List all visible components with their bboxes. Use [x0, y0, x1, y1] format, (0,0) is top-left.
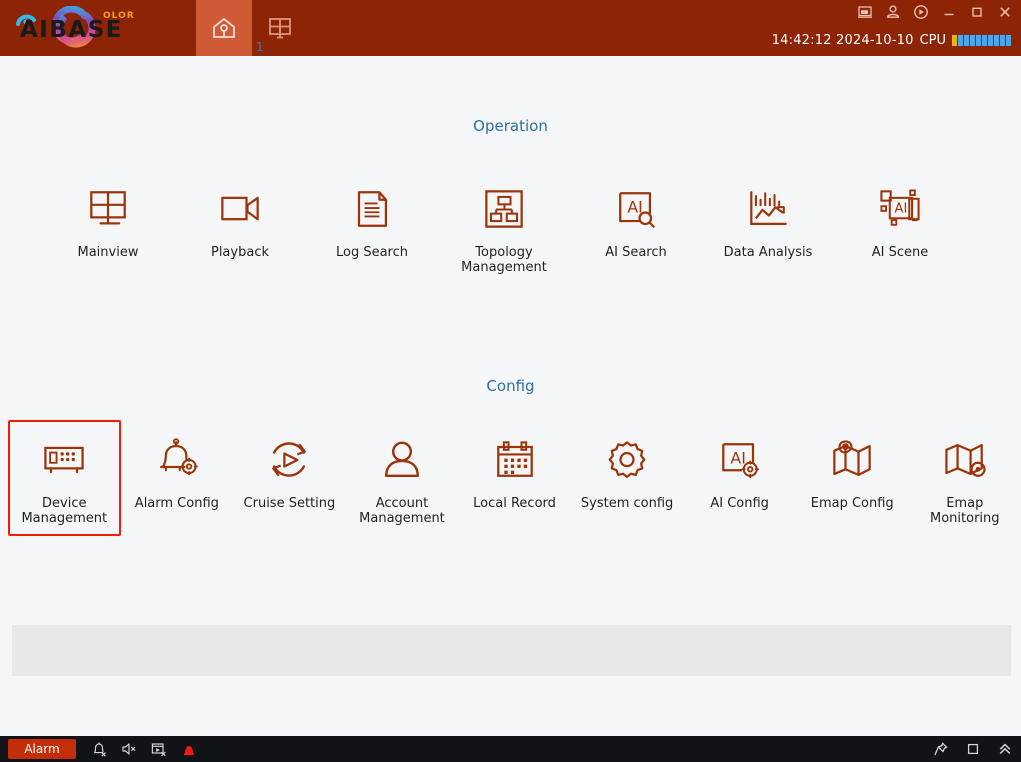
aibase-color-logo: AIBASE OLOR — [16, 6, 135, 48]
home-icon — [213, 18, 235, 38]
menu-item-cruise-setting[interactable]: Cruise Setting — [233, 420, 346, 536]
menu-item-label: Cruise Setting — [243, 496, 336, 511]
account-icon — [374, 432, 430, 488]
home-tab[interactable] — [196, 0, 252, 56]
maximize-icon[interactable] — [969, 4, 985, 20]
cpu-segment — [1006, 35, 1011, 46]
alarm-config-icon — [149, 432, 205, 488]
operation-items-row: Mainview Playback Log Search Topology Manag… — [0, 169, 1021, 285]
gear-icon — [599, 432, 655, 488]
menu-item-local-record[interactable]: Local Record — [458, 420, 571, 536]
bottom-placeholder-panel — [12, 625, 1011, 676]
power-icon[interactable] — [913, 4, 929, 20]
cpu-usage-meter — [952, 35, 1011, 46]
emap-monitoring-icon — [937, 432, 993, 488]
menu-item-label: AI Scene — [871, 245, 929, 260]
record-off-icon[interactable] — [150, 740, 168, 758]
config-items-row: Device Management Alarm Config Cruise Sett… — [0, 420, 1021, 536]
operation-section-title: Operation — [473, 117, 548, 135]
menu-item-device-management[interactable]: Device Management — [8, 420, 121, 536]
menu-item-ai-scene[interactable]: AI Scene — [834, 169, 966, 285]
bell-off-icon[interactable] — [90, 740, 108, 758]
cpu-segment — [952, 35, 957, 46]
status-cluster: 14:42:12 2024-10-10 CPU — [772, 33, 1011, 48]
layout-tab[interactable]: 1 — [252, 0, 308, 56]
topology-icon — [476, 181, 532, 237]
application-window: AIBASE OLOR 1 14:42:12 2024-10-10 CPU Op… — [0, 0, 1021, 762]
bottom-status-bar: Alarm — [0, 736, 1021, 762]
cpu-segment — [976, 35, 981, 46]
mainview-icon — [80, 181, 136, 237]
cpu-segment — [1000, 35, 1005, 46]
menu-item-label: Local Record — [473, 496, 556, 511]
ai-config-icon — [712, 432, 768, 488]
bottom-icon-group — [90, 740, 198, 758]
cpu-segment — [982, 35, 987, 46]
cpu-segment — [988, 35, 993, 46]
menu-item-label: Alarm Config — [134, 496, 219, 511]
cpu-segment — [994, 35, 999, 46]
menu-item-alarm-config[interactable]: Alarm Config — [121, 420, 234, 536]
menu-item-topology-management[interactable]: Topology Management — [438, 169, 570, 285]
data-analysis-icon — [740, 181, 796, 237]
menu-item-emap-monitoring[interactable]: Emap Monitoring — [909, 420, 1021, 536]
square-icon[interactable] — [965, 741, 981, 757]
user-icon[interactable] — [885, 4, 901, 20]
clock: 14:42:12 2024-10-10 — [771, 33, 914, 48]
emap-config-icon — [824, 432, 880, 488]
speaker-mute-icon[interactable] — [120, 740, 138, 758]
menu-item-label: AI Search — [605, 245, 667, 260]
menu-item-label: AI Config — [710, 496, 769, 511]
menu-item-label: Account Management — [359, 496, 445, 526]
main-content: Operation Mainview Playback Log Search Topo… — [0, 56, 1021, 736]
pin-icon[interactable] — [933, 741, 949, 757]
screen-icon[interactable] — [857, 4, 873, 20]
cpu-segment — [970, 35, 975, 46]
menu-item-system-config[interactable]: System config — [571, 420, 684, 536]
bottom-right-icons — [933, 741, 1013, 757]
grid-screen-icon — [269, 18, 291, 39]
device-management-icon — [36, 432, 92, 488]
menu-item-data-analysis[interactable]: Data Analysis — [702, 169, 834, 285]
menu-item-label: Log Search — [335, 245, 408, 260]
alarm-light-icon[interactable] — [180, 740, 198, 758]
log-search-icon — [344, 181, 400, 237]
cpu-label: CPU — [919, 33, 946, 48]
menu-item-mainview[interactable]: Mainview — [42, 169, 174, 285]
menu-item-label: Data Analysis — [723, 245, 813, 260]
menu-item-label: Emap Monitoring — [930, 496, 1000, 526]
chevron-double-up-icon[interactable] — [997, 741, 1013, 757]
menu-item-log-search[interactable]: Log Search — [306, 169, 438, 285]
menu-item-label: Mainview — [77, 245, 139, 260]
menu-item-playback[interactable]: Playback — [174, 169, 306, 285]
menu-item-label: Device Management — [21, 496, 108, 526]
close-icon[interactable] — [997, 4, 1013, 20]
ai-search-icon — [608, 181, 664, 237]
brand-logo: AIBASE OLOR — [0, 0, 196, 56]
menu-item-label: Topology Management — [461, 245, 547, 275]
cruise-setting-icon — [261, 432, 317, 488]
cpu-segment — [958, 35, 963, 46]
menu-item-ai-config[interactable]: AI Config — [683, 420, 796, 536]
menu-item-account-management[interactable]: Account Management — [346, 420, 459, 536]
menu-item-emap-config[interactable]: Emap Config — [796, 420, 909, 536]
layout-tab-badge: 1 — [256, 40, 264, 54]
menu-item-label: Playback — [210, 245, 269, 260]
svg-text:OLOR: OLOR — [103, 11, 135, 21]
menu-item-label: System config — [580, 496, 674, 511]
alarm-button[interactable]: Alarm — [8, 739, 76, 759]
playback-icon — [212, 181, 268, 237]
ai-scene-icon — [872, 181, 928, 237]
top-bar: AIBASE OLOR 1 14:42:12 2024-10-10 CPU — [0, 0, 1021, 56]
cpu-segment — [964, 35, 969, 46]
menu-item-label: Emap Config — [810, 496, 894, 511]
menu-item-ai-search[interactable]: AI Search — [570, 169, 702, 285]
minimize-icon[interactable] — [941, 4, 957, 20]
config-section-title: Config — [486, 377, 535, 395]
window-controls — [857, 2, 1013, 22]
calendar-record-icon — [487, 432, 543, 488]
